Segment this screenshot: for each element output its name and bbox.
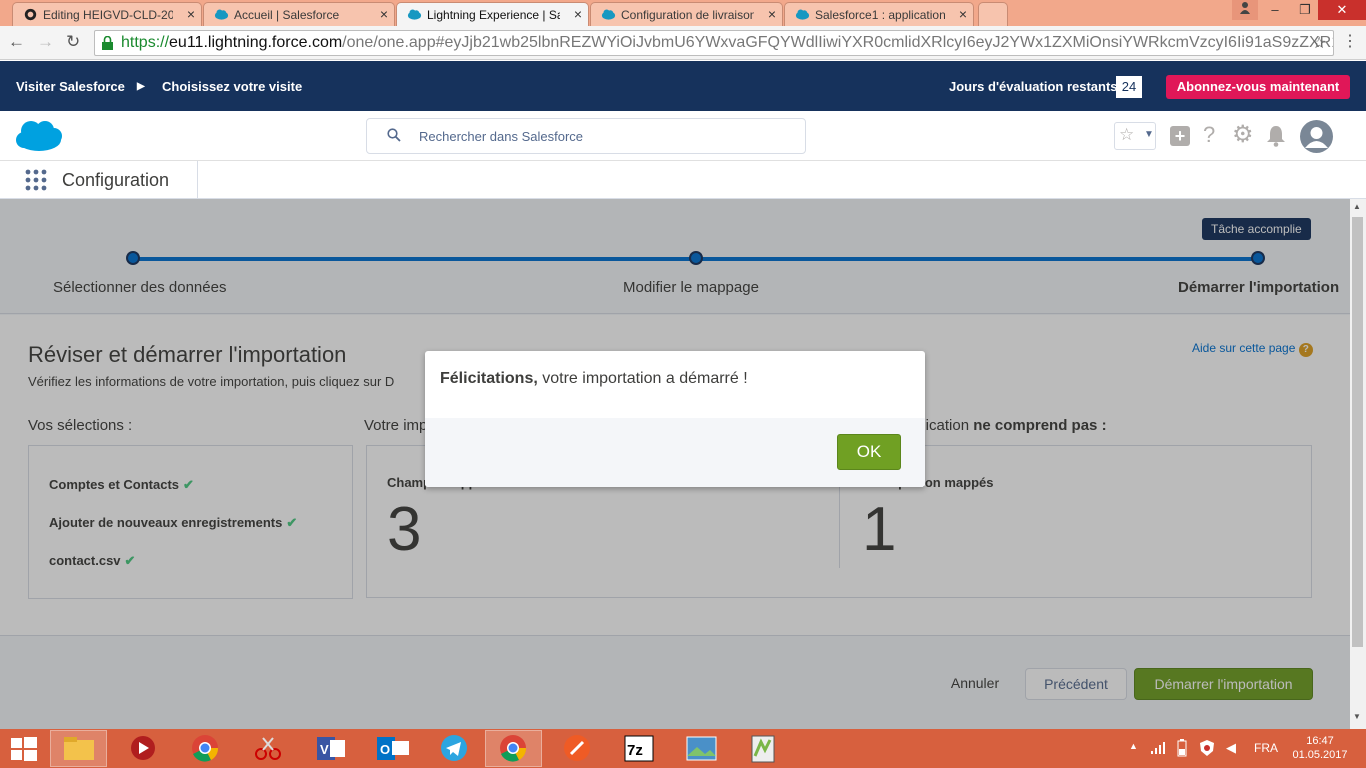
chrome-icon[interactable] <box>485 730 542 767</box>
browser-tab-accueil[interactable]: Accueil | Salesforce × <box>203 2 395 26</box>
reload-icon[interactable]: ↻ <box>66 32 80 52</box>
bookmark-star-icon[interactable]: ☆ <box>1312 33 1326 53</box>
tab-close-icon[interactable]: × <box>380 6 388 22</box>
choose-tour-link[interactable]: Choisissez votre visite <box>162 79 302 94</box>
media-player-icon[interactable] <box>113 730 170 767</box>
close-window-icon[interactable]: ✕ <box>1318 0 1366 20</box>
windows-taskbar: V O 7z ▲ ◀ FRA 16:47 01.05.2017 <box>0 729 1366 768</box>
browser-tab-configuration[interactable]: Configuration de livraison × <box>590 2 783 26</box>
favorites-button[interactable]: ☆ ▼ <box>1114 122 1156 150</box>
setup-gear-icon[interactable]: ⚙ <box>1232 120 1254 149</box>
security-shield-icon[interactable] <box>1199 739 1215 757</box>
modal-message-text: votre importation a démarré ! <box>537 370 748 387</box>
modal-footer: OK <box>425 418 925 487</box>
postman-icon[interactable] <box>549 730 606 767</box>
divider <box>197 161 198 198</box>
salesforce-cloud-icon <box>407 9 422 20</box>
maximize-icon[interactable]: ❐ <box>1292 0 1318 20</box>
browser-tab-lightning[interactable]: Lightning Experience | Salesforce × <box>396 2 589 26</box>
snipping-tool-icon[interactable] <box>239 730 296 767</box>
trial-days-label: Jours d'évaluation restants <box>949 79 1118 94</box>
forward-arrow-icon[interactable]: → <box>37 32 54 52</box>
svg-text:O: O <box>380 742 390 757</box>
trial-days-count: 24 <box>1116 76 1142 98</box>
tab-label: Editing HEIGVD-CLD-2017 <box>43 8 173 22</box>
url-path: /one/one.app#eyJjb21wb25lbnREZWYiOiJvbmU… <box>342 34 1334 51</box>
global-search-input[interactable]: Rechercher dans Salesforce <box>366 118 806 154</box>
lock-icon <box>102 36 113 50</box>
browser-tab-salesforce1[interactable]: Salesforce1 : application mobile × <box>784 2 974 26</box>
notifications-bell-icon[interactable] <box>1266 125 1286 147</box>
telegram-icon[interactable] <box>426 730 483 767</box>
tab-close-icon[interactable]: × <box>187 6 195 22</box>
new-tab-button[interactable] <box>978 2 1008 26</box>
back-arrow-icon[interactable]: ← <box>8 32 25 52</box>
network-signal-icon[interactable] <box>1151 742 1167 754</box>
chrome-icon[interactable] <box>176 730 233 767</box>
visit-salesforce-link[interactable]: Visiter Salesforce <box>16 79 125 94</box>
file-explorer-icon[interactable] <box>50 730 107 767</box>
search-placeholder: Rechercher dans Salesforce <box>419 129 584 144</box>
global-header: Rechercher dans Salesforce ☆ ▼ + ? ⚙ <box>0 111 1366 161</box>
tab-label: Accueil | Salesforce <box>234 8 340 22</box>
photos-icon[interactable] <box>673 730 730 767</box>
notepad-plus-icon[interactable] <box>735 730 792 767</box>
address-bar[interactable]: https://eu11.lightning.force.com/one/one… <box>94 30 1334 56</box>
page-scrollbar[interactable]: ▲ ▼ <box>1350 199 1366 729</box>
language-indicator[interactable]: FRA <box>1254 741 1278 755</box>
tab-close-icon[interactable]: × <box>959 6 967 22</box>
salesforce-logo[interactable] <box>15 119 63 153</box>
visio-icon[interactable]: V <box>302 730 359 767</box>
tab-close-icon[interactable]: × <box>768 6 776 22</box>
github-icon <box>24 8 37 21</box>
subscribe-button[interactable]: Abonnez-vous maintenant <box>1166 75 1350 99</box>
windows-start-icon[interactable] <box>0 730 48 767</box>
svg-text:7z: 7z <box>627 742 643 759</box>
scrollbar-thumb[interactable] <box>1352 217 1363 647</box>
chevron-down-icon: ▼ <box>1144 129 1154 140</box>
url-scheme: https:// <box>121 34 170 51</box>
search-icon <box>387 128 401 142</box>
tab-label: Configuration de livraison <box>621 8 754 22</box>
salesforce-cloud-icon <box>214 9 229 20</box>
modal-message-bold: Félicitations, <box>440 370 538 387</box>
chrome-menu-icon[interactable]: ⋮ <box>1342 31 1358 51</box>
star-icon: ☆ <box>1119 125 1135 144</box>
app-navigation-bar: Configuration <box>0 161 1366 199</box>
ok-button[interactable]: OK <box>837 434 901 470</box>
browser-toolbar: ← → ↻ https://eu11.lightning.force.com/o… <box>0 26 1366 60</box>
tab-label: Salesforce1 : application mobile <box>815 8 945 22</box>
app-name: Configuration <box>62 170 170 190</box>
battery-icon[interactable] <box>1175 739 1189 757</box>
minimize-icon[interactable]: ‒ <box>1258 0 1292 20</box>
clock-date: 01.05.2017 <box>1292 749 1348 761</box>
scroll-up-arrow-icon[interactable]: ▲ <box>1353 202 1361 211</box>
user-profile-icon[interactable] <box>1232 0 1258 20</box>
clock-time: 16:47 <box>1306 735 1334 747</box>
taskbar-clock[interactable]: 16:47 01.05.2017 <box>1290 734 1350 762</box>
salesforce-cloud-icon <box>601 9 616 20</box>
tab-close-icon[interactable]: × <box>574 6 582 22</box>
7zip-icon[interactable]: 7z <box>611 730 668 767</box>
tray-expand-icon[interactable]: ▲ <box>1129 741 1138 751</box>
app-launcher-icon[interactable] <box>25 169 47 191</box>
url-host: eu11.lightning.force.com <box>169 34 343 51</box>
svg-text:V: V <box>320 742 329 757</box>
help-question-icon[interactable]: ? <box>1203 122 1215 148</box>
outlook-icon[interactable]: O <box>365 730 422 767</box>
play-triangle-icon: ▶ <box>137 81 145 92</box>
success-modal: Félicitations, votre importation a démar… <box>425 351 925 487</box>
avatar[interactable] <box>1300 120 1333 153</box>
modal-message: Félicitations, votre importation a démar… <box>440 370 748 388</box>
scroll-down-arrow-icon[interactable]: ▼ <box>1353 712 1361 721</box>
tab-label: Lightning Experience | Salesforce <box>427 8 560 22</box>
browser-tab-strip: Editing HEIGVD-CLD-2017 × Accueil | Sale… <box>0 0 1366 26</box>
speaker-icon[interactable]: ◀ <box>1226 740 1236 756</box>
global-actions-plus-icon[interactable]: + <box>1170 126 1190 146</box>
trial-bar: Visiter Salesforce ▶ Choisissez votre vi… <box>0 61 1366 111</box>
salesforce-cloud-icon <box>795 9 810 20</box>
browser-tab-github[interactable]: Editing HEIGVD-CLD-2017 × <box>12 2 202 26</box>
